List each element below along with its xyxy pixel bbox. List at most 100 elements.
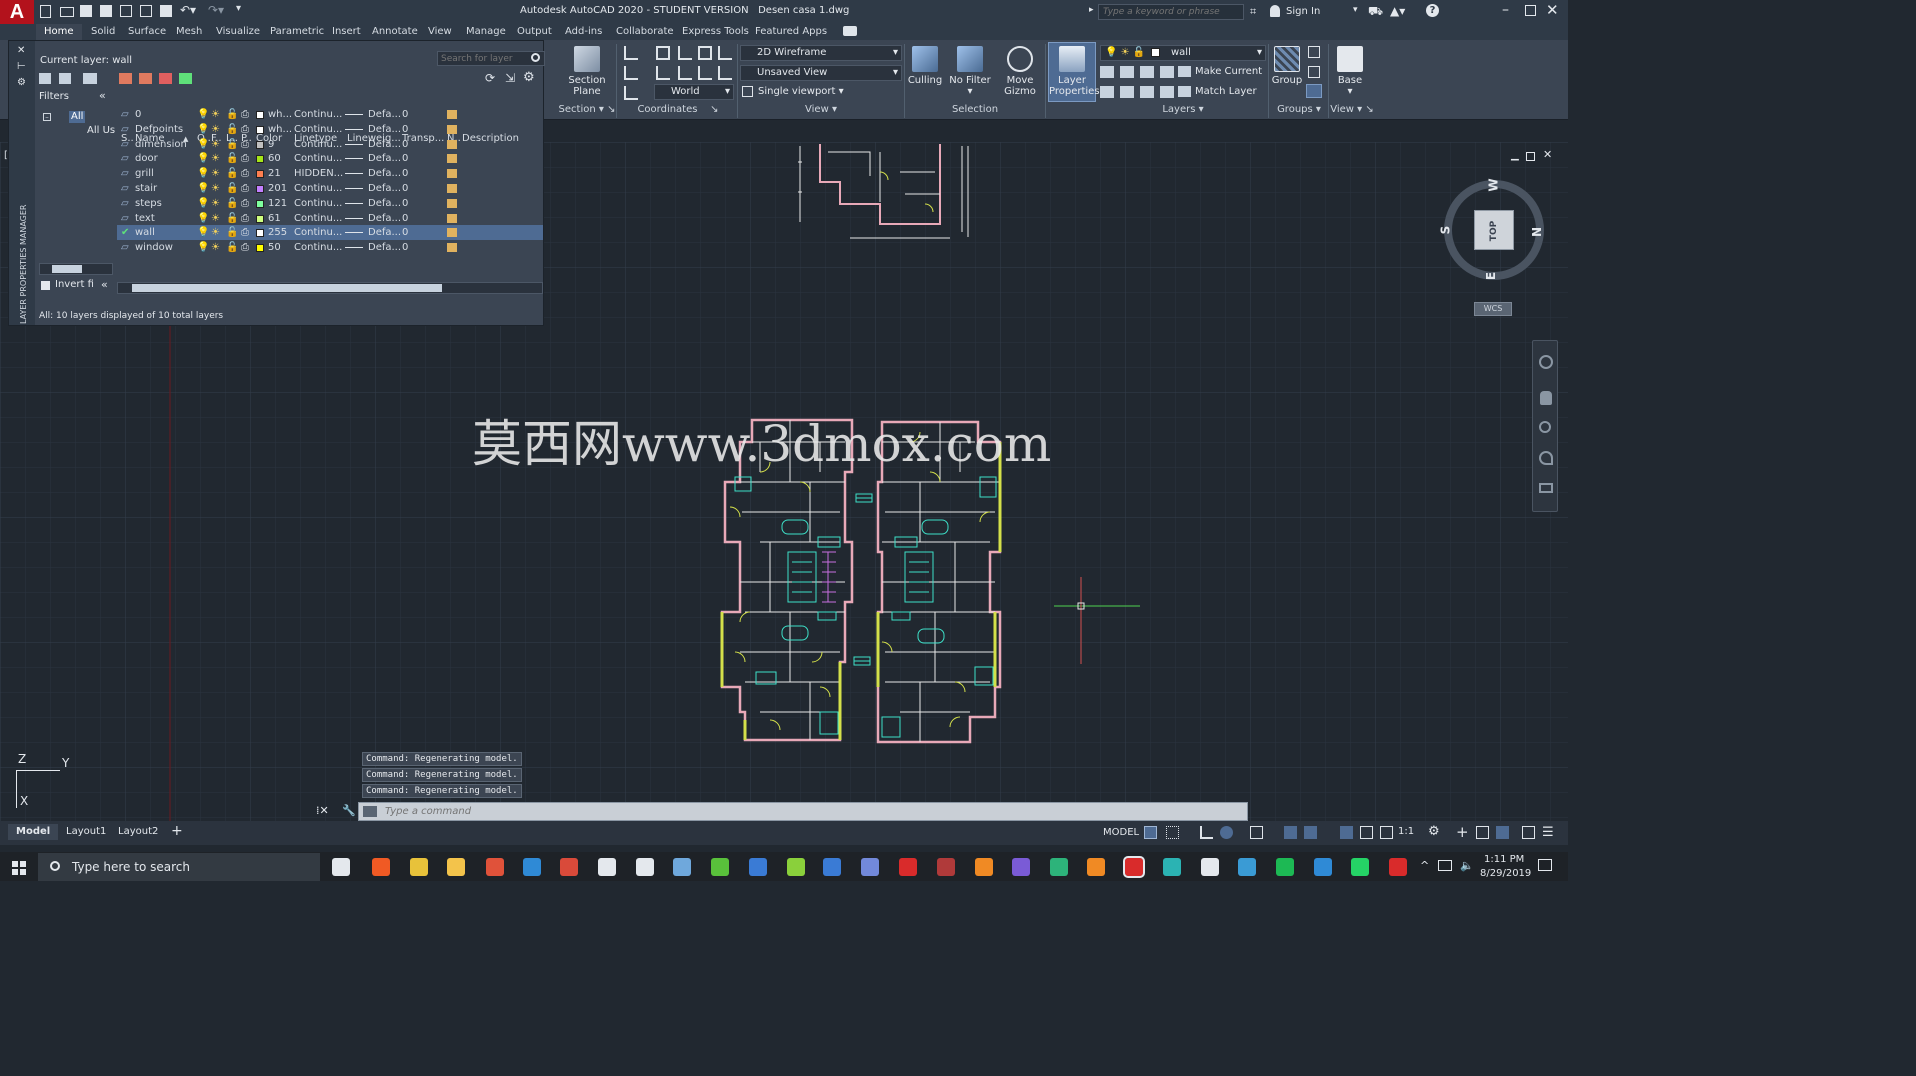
ortho-icon[interactable] [1200, 826, 1213, 839]
match-layer-button[interactable]: Match Layer [1178, 83, 1257, 101]
clock-date[interactable]: 8/29/2019 [1480, 868, 1531, 879]
ucs-y-icon[interactable] [678, 66, 692, 80]
layer-name[interactable]: door [135, 151, 195, 166]
layout-tab-model[interactable]: Model [8, 824, 59, 840]
chevron-down-icon[interactable]: ▾ [1353, 5, 1358, 15]
culling-button[interactable]: Culling [906, 46, 944, 86]
tab-express-tools[interactable]: Express Tools [682, 24, 749, 40]
save-icon[interactable] [80, 5, 92, 17]
customize-qat-icon[interactable]: ▾ [236, 3, 241, 14]
command-input-bar[interactable] [358, 802, 1248, 821]
layer-name[interactable]: window [135, 240, 195, 255]
viewcube-top-face[interactable]: TOP [1474, 210, 1514, 250]
layer-freeze-sun-icon[interactable]: ☀ [211, 107, 220, 122]
viewport-close-button[interactable]: ✕ [1543, 148, 1552, 161]
layer-on-bulb-icon[interactable]: 💡 [197, 122, 209, 137]
layer-plot-icon[interactable]: ⎙ [241, 122, 249, 137]
group-edit-icon[interactable] [1308, 66, 1320, 78]
print-icon[interactable] [160, 5, 172, 17]
layer-lock-icon[interactable]: 🔓 [226, 211, 238, 226]
layer-lock-icon[interactable]: 🔓 [226, 240, 238, 255]
new-vp-freeze-icon[interactable] [447, 110, 457, 119]
illustrator-icon[interactable] [1087, 858, 1105, 876]
layer-on-icon[interactable] [1100, 86, 1114, 98]
polar-icon[interactable] [1220, 826, 1233, 839]
tab-view[interactable]: View [428, 24, 452, 40]
audition-icon[interactable] [1050, 858, 1068, 876]
layer-linetype[interactable]: Continu... [294, 196, 342, 211]
compass-south[interactable]: S [1438, 226, 1452, 235]
ucs-icon[interactable] [624, 46, 638, 60]
store-icon[interactable] [523, 858, 541, 876]
layer-off-icon[interactable] [1100, 66, 1114, 78]
tab-solid[interactable]: Solid [91, 24, 115, 40]
base-view-button[interactable]: Base ▾ [1332, 46, 1368, 97]
layer-lock-icon[interactable]: 🔓 [226, 166, 238, 181]
layer-transparency[interactable]: 0 [402, 122, 408, 137]
tab-manage[interactable]: Manage [466, 24, 506, 40]
new-vp-freeze-icon[interactable] [447, 169, 457, 179]
settings-gear-icon[interactable]: ⚙ [523, 70, 535, 85]
layer-color-swatch[interactable] [256, 170, 264, 179]
visual-style-dropdown[interactable]: 2D Wireframe ▾ [740, 45, 902, 61]
layer-lock-icon[interactable]: 🔓 [226, 107, 238, 122]
layout-tab-layout1[interactable]: Layout1 [58, 824, 114, 840]
redo-icon[interactable]: ↷▾ [208, 3, 224, 17]
filter-tree-scrollbar[interactable] [39, 263, 113, 275]
app-dark-icon[interactable] [937, 858, 955, 876]
command-input[interactable] [385, 804, 1225, 819]
layer-plot-icon[interactable]: ⎙ [241, 196, 249, 211]
layer-isolate-icon[interactable] [1120, 66, 1134, 78]
whatsapp-icon[interactable] [1351, 858, 1369, 876]
layer-freeze-icon[interactable] [1140, 66, 1154, 78]
layer-on-bulb-icon[interactable]: 💡 [197, 181, 209, 196]
notifications-icon[interactable] [1538, 859, 1552, 871]
layer-lineweight[interactable]: Defa... [368, 122, 401, 137]
viewport-config-button[interactable]: Single viewport ▾ [742, 83, 844, 101]
customize-command-icon[interactable]: 🔧 [342, 804, 356, 817]
task-view-icon[interactable] [332, 858, 350, 876]
layer-name[interactable]: 0 [135, 107, 195, 122]
zoom-icon[interactable] [1539, 421, 1551, 433]
new-group-filter-icon[interactable] [59, 73, 71, 84]
no-filter-button[interactable]: No Filter ▾ [948, 46, 992, 97]
tray-chevron-icon[interactable]: ^ [1420, 859, 1429, 872]
layer-lineweight[interactable]: Defa... [368, 211, 401, 226]
help-search-input[interactable] [1098, 4, 1244, 20]
annotation-visibility-icon[interactable] [1340, 826, 1353, 839]
groups-panel-title[interactable]: Groups ▾ [1270, 104, 1328, 118]
new-property-filter-icon[interactable] [39, 73, 51, 84]
vs-icon[interactable] [1012, 858, 1030, 876]
layer-lock-icon[interactable]: 🔓 [226, 137, 238, 152]
layer-plot-icon[interactable]: ⎙ [241, 137, 249, 152]
group-button[interactable]: Group [1270, 46, 1304, 86]
layer-linetype[interactable]: Continu... [294, 211, 342, 226]
layer-lock-icon[interactable]: 🔓 [226, 122, 238, 137]
publish-icon[interactable] [140, 5, 152, 17]
layer-color[interactable]: 255 [268, 225, 287, 240]
layer-name[interactable]: text [135, 211, 195, 226]
firefox-icon[interactable] [975, 858, 993, 876]
layer-name[interactable]: stair [135, 181, 195, 196]
layer-color[interactable]: 50 [268, 240, 281, 255]
search-icon[interactable] [531, 53, 540, 62]
plot-icon[interactable] [120, 5, 132, 17]
compass-west[interactable]: W [1487, 178, 1501, 191]
layer-linetype[interactable]: Continu... [294, 137, 342, 152]
layer-color-swatch[interactable] [256, 155, 264, 164]
layer-transparency[interactable]: 0 [402, 181, 408, 196]
layer-row[interactable]: ▱ stair 💡 ☀ 🔓 ⎙ 201 Continu... Defa... 0 [117, 181, 543, 196]
layer-freeze-sun-icon[interactable]: ☀ [211, 166, 220, 181]
layer-name[interactable]: steps [135, 196, 195, 211]
layer-properties-button[interactable]: Layer Properties [1048, 42, 1100, 102]
layer-color[interactable]: 201 [268, 181, 287, 196]
new-vp-freeze-icon[interactable] [447, 154, 457, 164]
tab-add-ins[interactable]: Add-ins [565, 24, 602, 40]
ucs-origin-icon[interactable] [678, 46, 692, 60]
layer-name[interactable]: grill [135, 166, 195, 181]
layers-panel-title[interactable]: Layers ▾ [1100, 104, 1266, 118]
sign-in-link[interactable]: Sign In [1286, 6, 1320, 17]
tree-expand-icon[interactable]: – [43, 113, 51, 121]
add-layout-icon[interactable]: + [171, 823, 183, 839]
tab-insert[interactable]: Insert [332, 24, 361, 40]
